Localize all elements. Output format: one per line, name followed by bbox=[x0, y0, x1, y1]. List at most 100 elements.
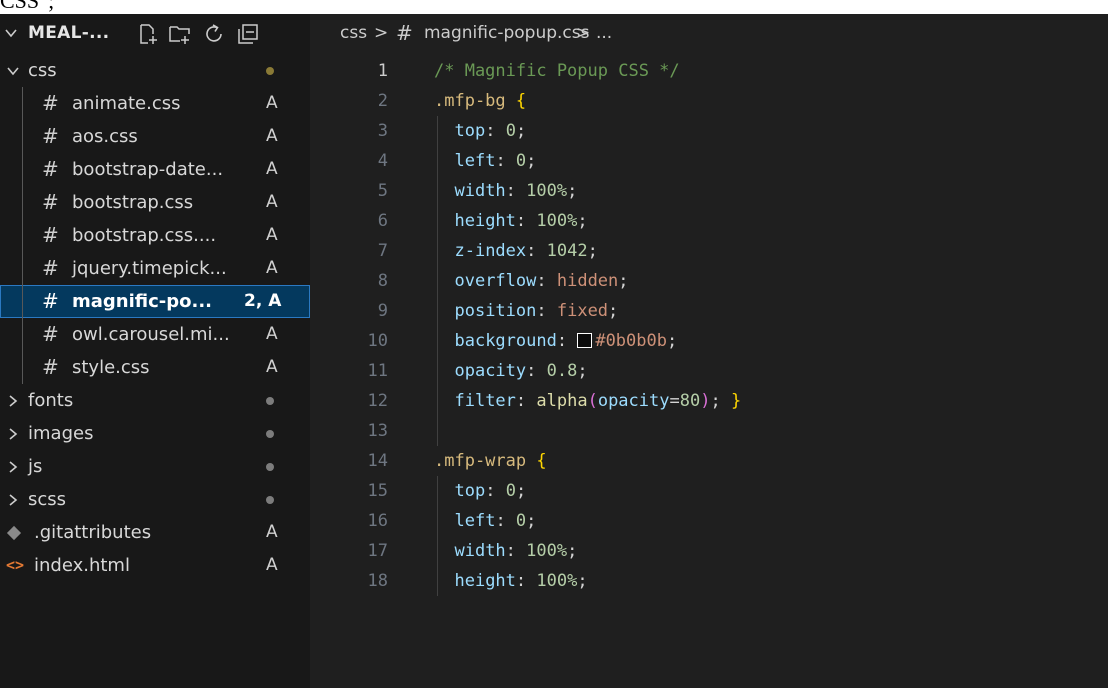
chevron-down-icon[interactable] bbox=[4, 26, 18, 40]
css-file-icon: # bbox=[42, 190, 59, 214]
tree-file-row[interactable]: # aos.css A bbox=[0, 120, 310, 153]
workspace-title[interactable]: MEAL-... bbox=[28, 23, 109, 43]
tree-file-row[interactable]: <> index.html A bbox=[0, 549, 310, 582]
tree-file-row[interactable]: .gitattributes A bbox=[0, 516, 310, 549]
chevron-down-icon[interactable] bbox=[6, 64, 20, 78]
css-file-icon: # bbox=[42, 91, 59, 115]
code-token: ; bbox=[577, 361, 588, 381]
refresh-icon[interactable] bbox=[202, 22, 226, 46]
code-line[interactable]: 5 width: 100%; bbox=[310, 176, 1108, 206]
code-line[interactable]: 18 height: 100%; bbox=[310, 566, 1108, 596]
code-token: : bbox=[515, 571, 537, 591]
code-line[interactable]: 1 /* Magnific Popup CSS */ bbox=[310, 56, 1108, 86]
tree-file-row[interactable]: # animate.css A bbox=[0, 87, 310, 120]
git-status-badge: A bbox=[266, 93, 278, 113]
line-number: 7 bbox=[377, 241, 388, 261]
tree-file-row[interactable]: # bootstrap.css A bbox=[0, 186, 310, 219]
chevron-right-icon[interactable] bbox=[6, 493, 20, 507]
code-line[interactable]: 10 background: #0b0b0b; bbox=[310, 326, 1108, 356]
code-token: : bbox=[526, 241, 547, 261]
indent-guide bbox=[22, 285, 23, 318]
code-line[interactable]: 13 bbox=[310, 416, 1108, 446]
indent-guide bbox=[22, 153, 23, 186]
css-file-icon: # bbox=[42, 355, 59, 379]
line-number: 11 bbox=[367, 361, 388, 381]
line-source: height: 100%; bbox=[434, 566, 587, 596]
line-number: 8 bbox=[377, 271, 388, 291]
line-source: top: 0; bbox=[434, 476, 526, 506]
breadcrumb-separator: > bbox=[374, 23, 389, 43]
indent-guide bbox=[22, 351, 23, 384]
code-line[interactable]: 15 top: 0; bbox=[310, 476, 1108, 506]
color-swatch[interactable] bbox=[577, 333, 593, 348]
code-line[interactable]: 9 position: fixed; bbox=[310, 296, 1108, 326]
cropped-text: CSS"; bbox=[0, 0, 55, 13]
tree-folder-row[interactable]: scss bbox=[0, 483, 310, 516]
code-line[interactable]: 7 z-index: 1042; bbox=[310, 236, 1108, 266]
line-number: 3 bbox=[377, 121, 388, 141]
new-folder-icon[interactable] bbox=[168, 22, 192, 46]
code-line[interactable]: 14 .mfp-wrap { bbox=[310, 446, 1108, 476]
tree-folder-row[interactable]: js bbox=[0, 450, 310, 483]
line-source: overflow: hidden; bbox=[434, 266, 628, 296]
code-line[interactable]: 16 left: 0; bbox=[310, 506, 1108, 536]
tree-file-row[interactable]: # style.css A bbox=[0, 351, 310, 384]
code-token: alpha bbox=[536, 391, 588, 411]
code-line[interactable]: 11 opacity: 0.8; bbox=[310, 356, 1108, 386]
tree-file-row[interactable]: # jquery.timepick... A bbox=[0, 252, 310, 285]
line-number: 12 bbox=[367, 391, 388, 411]
collapse-all-icon[interactable] bbox=[236, 22, 260, 46]
editor-pane[interactable]: css > # magnific-popup.css > ... 1 /* Mag… bbox=[310, 14, 1108, 688]
css-file-icon: # bbox=[42, 157, 59, 181]
code-line[interactable]: 4 left: 0; bbox=[310, 146, 1108, 176]
code-line[interactable]: 2 .mfp-bg { bbox=[310, 86, 1108, 116]
code-token: : bbox=[526, 361, 547, 381]
code-line[interactable]: 8 overflow: hidden; bbox=[310, 266, 1108, 296]
code-token: 0 bbox=[505, 481, 516, 501]
code-token: 0.8 bbox=[546, 361, 578, 381]
folder-name: images bbox=[28, 423, 94, 444]
chevron-right-icon[interactable] bbox=[6, 460, 20, 474]
code-token: .mfp-bg bbox=[434, 91, 506, 111]
chevron-right-icon[interactable] bbox=[6, 427, 20, 441]
code-line[interactable]: 17 width: 100%; bbox=[310, 536, 1108, 566]
code-line[interactable]: 12 filter: alpha(opacity=80); } bbox=[310, 386, 1108, 416]
breadcrumb-folder[interactable]: css bbox=[340, 14, 367, 52]
line-source: .mfp-bg { bbox=[434, 86, 526, 116]
tree-file-row[interactable]: # bootstrap-date... A bbox=[0, 153, 310, 186]
code-token: ; bbox=[710, 391, 731, 411]
git-status-dot bbox=[266, 496, 274, 504]
line-number: 16 bbox=[367, 511, 388, 531]
breadcrumb-symbol[interactable]: ... bbox=[596, 14, 612, 52]
code-line[interactable]: 3 top: 0; bbox=[310, 116, 1108, 146]
folder-name: scss bbox=[28, 489, 67, 510]
code-token: opacity bbox=[597, 391, 670, 411]
tree-file-row[interactable]: # magnific-po... 2, A bbox=[0, 285, 310, 318]
css-file-icon: # bbox=[42, 322, 59, 346]
chevron-right-icon[interactable] bbox=[6, 394, 20, 408]
code-token: : bbox=[556, 331, 578, 351]
tree-folder-row[interactable]: images bbox=[0, 417, 310, 450]
code-token: 0 bbox=[505, 121, 516, 141]
git-status-dot bbox=[266, 463, 274, 471]
line-number: 4 bbox=[377, 151, 388, 171]
code-token: 1042 bbox=[546, 241, 588, 261]
tree-file-row[interactable]: # owl.carousel.mi... A bbox=[0, 318, 310, 351]
breadcrumb: css > # magnific-popup.css > ... bbox=[310, 14, 1108, 52]
tree-folder-row[interactable]: css bbox=[0, 54, 310, 87]
code-token: ; bbox=[515, 481, 527, 501]
file-name: animate.css bbox=[72, 93, 181, 114]
breadcrumb-file[interactable]: magnific-popup.css bbox=[424, 14, 589, 52]
code-token: background bbox=[454, 331, 557, 351]
line-number: 2 bbox=[377, 91, 388, 111]
new-file-icon[interactable] bbox=[136, 22, 160, 46]
tree-folder-row[interactable]: fonts bbox=[0, 384, 310, 417]
tree-file-row[interactable]: # bootstrap.css.... A bbox=[0, 219, 310, 252]
folder-name: js bbox=[28, 456, 43, 477]
code-line[interactable]: 6 height: 100%; bbox=[310, 206, 1108, 236]
folder-name: css bbox=[28, 60, 57, 81]
